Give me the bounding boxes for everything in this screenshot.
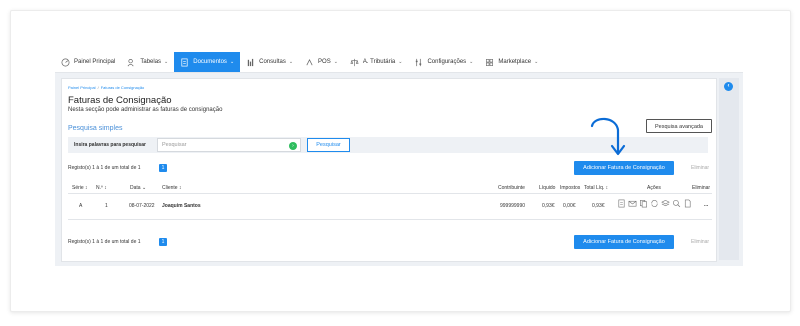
cell-serie: A: [79, 203, 83, 209]
collapse-toggle-button[interactable]: ‹: [724, 82, 733, 91]
annotation-arrow-icon: [590, 117, 626, 156]
column-header-delete: Eliminar: [692, 185, 711, 191]
arrow-right-icon: ›: [292, 143, 294, 149]
search-label: Insira palavras para pesquisar: [74, 142, 146, 148]
nav-label: Painel Principal: [74, 59, 116, 65]
search-placeholder: Pesquisar: [162, 142, 187, 148]
cell-number: 1: [105, 203, 108, 209]
pagination-page-button-bottom[interactable]: 1: [159, 238, 167, 246]
row-actions: [617, 199, 692, 208]
search-input[interactable]: Pesquisar ›: [157, 138, 301, 152]
cell-date: 08-07-2022: [129, 203, 155, 209]
nav-label: Consultas: [259, 59, 286, 65]
records-count-bottom: Registo(s) 1 à 1 de um total de 1: [68, 239, 141, 245]
nav-autoridade-tributaria[interactable]: A. Tributária ⌄: [344, 52, 409, 72]
column-header-net: Líquido: [539, 185, 556, 191]
records-count: Registo(s) 1 à 1 de um total de 1: [68, 165, 141, 171]
column-header-date[interactable]: Data ⌄: [130, 185, 146, 191]
chevron-left-icon: ‹: [727, 83, 730, 89]
nav-label: Marketplace: [498, 59, 532, 65]
nav-tabelas[interactable]: Tabelas ⌄: [121, 52, 174, 72]
sliders-icon: [414, 58, 423, 67]
search-icon[interactable]: [672, 199, 681, 208]
column-header-serie[interactable]: Série ↕: [72, 185, 88, 191]
chevron-down-icon: ⌄: [288, 59, 294, 65]
column-header-nif: Contribuinte: [498, 185, 525, 191]
cell-client[interactable]: Joaquim Santos: [162, 203, 201, 209]
chat-icon: [246, 58, 255, 67]
nav-label: Tabelas: [140, 59, 162, 65]
document-icon: [180, 58, 189, 67]
breadcrumb-separator: /: [97, 85, 99, 90]
nav-configuracoes[interactable]: Configurações ⌄: [408, 52, 479, 72]
table-row-divider: [68, 219, 712, 220]
copy-icon[interactable]: [639, 199, 648, 208]
nav-label: Configurações: [427, 59, 467, 65]
breadcrumb: Painel Principal / Faturas de Consignação: [68, 85, 144, 90]
right-sidebar-rail: ‹: [719, 78, 739, 260]
nav-label: Documentos: [193, 59, 227, 65]
column-header-number[interactable]: N.º ↕: [96, 185, 107, 191]
nav-documentos[interactable]: Documentos ⌄: [174, 52, 241, 72]
search-button[interactable]: Pesquisar: [307, 138, 350, 152]
column-header-total[interactable]: Total Líq. ↕: [584, 185, 608, 191]
column-header-actions: Ações: [647, 185, 661, 191]
page-title: Faturas de Consignação: [68, 95, 172, 106]
cell-nif: 999999990: [500, 203, 526, 209]
email-icon[interactable]: [628, 199, 637, 208]
breadcrumb-home-link[interactable]: Painel Principal: [68, 85, 96, 90]
users-icon: [127, 58, 136, 67]
row-more-button[interactable]: ...: [704, 202, 708, 208]
nav-label: A. Tributária: [362, 59, 396, 65]
advanced-search-button[interactable]: Pesquisa avançada: [646, 119, 712, 133]
file-icon[interactable]: [683, 199, 692, 208]
app-window: Painel Principal Tabelas ⌄ Documentos ⌄ …: [55, 52, 743, 266]
chevron-down-icon: ⌄: [398, 59, 403, 65]
chevron-down-icon: ⌄: [469, 59, 474, 65]
column-header-client[interactable]: Cliente ↕: [162, 185, 181, 191]
simple-search-heading: Pesquisa simples: [68, 125, 123, 132]
delete-button-bottom[interactable]: Eliminar: [691, 239, 709, 245]
content-card: Painel Principal / Faturas de Consignação …: [61, 78, 717, 262]
pdf-icon[interactable]: [617, 199, 626, 208]
nav-marketplace[interactable]: Marketplace ⌄: [479, 52, 544, 72]
cell-net: 0,93€: [542, 203, 555, 209]
nav-painel-principal[interactable]: Painel Principal: [55, 52, 121, 72]
column-header-tax: Impostos: [560, 185, 581, 191]
nav-label: POS: [318, 59, 331, 65]
cell-total: 0,93€: [592, 203, 605, 209]
page-subtitle: Nesta secção pode administrar as faturas…: [68, 107, 223, 113]
chevron-down-icon: ⌄: [333, 59, 338, 65]
table-header-divider: [68, 193, 712, 194]
cell-tax: 0,00€: [563, 203, 576, 209]
chevron-down-icon: ⌄: [229, 59, 235, 65]
add-consignment-invoice-button-bottom[interactable]: Adicionar Fatura de Consignação: [574, 235, 674, 249]
delete-button[interactable]: Eliminar: [691, 165, 709, 171]
pos-icon: [305, 58, 314, 67]
balance-icon: [350, 58, 359, 67]
chevron-down-icon: ⌄: [534, 59, 539, 65]
nav-consultas[interactable]: Consultas ⌄: [240, 52, 299, 72]
pagination-page-button[interactable]: 1: [159, 164, 167, 172]
dashboard-icon: [61, 58, 70, 67]
main-navbar: Painel Principal Tabelas ⌄ Documentos ⌄ …: [55, 52, 743, 73]
layers-icon[interactable]: [661, 199, 670, 208]
breadcrumb-current: Faturas de Consignação: [100, 85, 145, 90]
grid-icon: [485, 58, 494, 67]
search-go-button[interactable]: ›: [289, 142, 297, 150]
convert-icon[interactable]: [650, 199, 659, 208]
chevron-down-icon: ⌄: [164, 59, 169, 65]
nav-pos[interactable]: POS ⌄: [299, 52, 344, 72]
